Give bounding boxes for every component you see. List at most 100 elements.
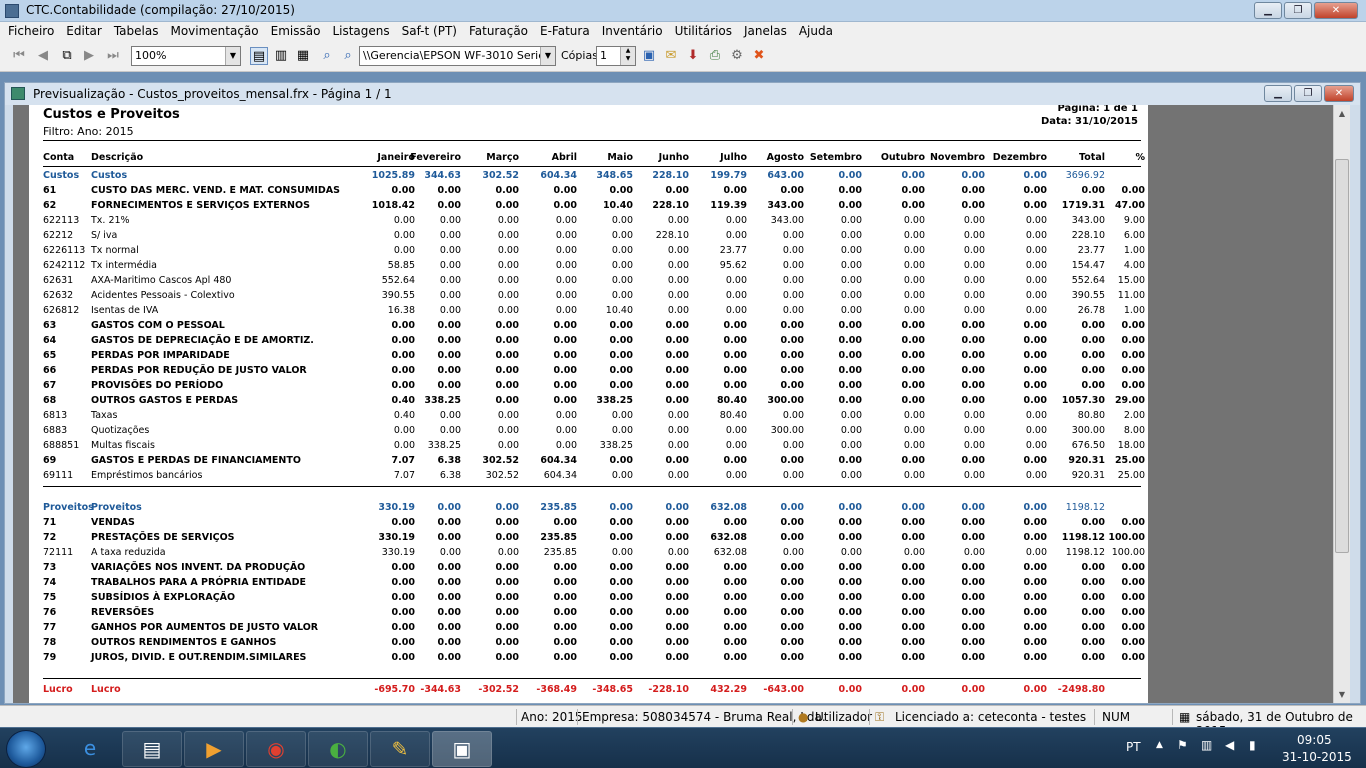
table-header: Conta Descrição Janeiro Fevereiro Março Abril… bbox=[29, 152, 1148, 167]
menu-item[interactable]: Saf-t (PT) bbox=[396, 22, 463, 42]
copy-icon[interactable]: ⧉ bbox=[58, 47, 76, 65]
cell: 0.00 bbox=[961, 455, 985, 466]
save-icon[interactable]: ▣ bbox=[640, 47, 658, 65]
cell: PERDAS POR REDUÇÃO DE JUSTO VALOR bbox=[91, 365, 307, 376]
menu-item[interactable]: Ajuda bbox=[793, 22, 839, 42]
cell: GASTOS E PERDAS DE FINANCIAMENTO bbox=[91, 455, 301, 466]
copies-spinner[interactable]: 1 ▲ ▼ bbox=[596, 46, 636, 66]
first-page-icon[interactable]: ⏮ bbox=[10, 47, 28, 65]
network-icon[interactable]: ▥ bbox=[1201, 738, 1212, 752]
tray-expand-icon[interactable]: ▲ bbox=[1156, 740, 1163, 750]
cell: 9.00 bbox=[1123, 215, 1145, 226]
menu-item[interactable]: Editar bbox=[60, 22, 108, 42]
two-pages-icon[interactable]: ▥ bbox=[272, 47, 290, 65]
scroll-up-icon[interactable]: ▲ bbox=[1334, 105, 1350, 122]
cell: 0.00 bbox=[961, 532, 985, 543]
next-page-icon[interactable]: ▶ bbox=[80, 47, 98, 65]
cell: Custos bbox=[91, 170, 128, 181]
cell: 65 bbox=[43, 350, 57, 361]
search-icon[interactable]: ⌕ bbox=[339, 47, 357, 65]
cell: 0.00 bbox=[961, 622, 985, 633]
menu-item[interactable]: Utilitários bbox=[669, 22, 738, 42]
close-button[interactable]: ✕ bbox=[1314, 2, 1358, 19]
tray-time[interactable]: 09:05 bbox=[1297, 733, 1332, 747]
cell: 0.00 bbox=[961, 502, 985, 513]
cell: 100.00 bbox=[1108, 532, 1145, 543]
cell: OUTROS GASTOS E PERDAS bbox=[91, 395, 239, 406]
cell: 62632 bbox=[43, 290, 74, 301]
cell: 0.00 bbox=[961, 350, 985, 361]
cell: 0.00 bbox=[961, 517, 985, 528]
cell: 0.00 bbox=[838, 365, 862, 376]
volume-icon[interactable]: ◀ bbox=[1225, 738, 1234, 752]
minimize-button[interactable]: ▁ bbox=[1254, 2, 1282, 19]
prev-page-icon[interactable]: ◀ bbox=[34, 47, 52, 65]
printer-select[interactable]: \\Gerencia\EPSON WF-3010 Series ▼ bbox=[359, 46, 556, 66]
menu-item[interactable]: Ficheiro bbox=[2, 22, 60, 42]
copies-label: Cópias bbox=[561, 49, 598, 62]
battery-icon[interactable]: ▮ bbox=[1249, 738, 1256, 752]
cell: 2.00 bbox=[1123, 410, 1145, 421]
email-icon[interactable]: ✉ bbox=[662, 47, 680, 65]
paint-icon[interactable]: ✎ bbox=[370, 731, 430, 767]
single-page-icon[interactable]: ▤ bbox=[250, 47, 268, 65]
close-preview-icon[interactable]: ✖ bbox=[750, 47, 768, 65]
menu-item[interactable]: Movimentação bbox=[164, 22, 264, 42]
scroll-down-icon[interactable]: ▼ bbox=[1334, 686, 1350, 703]
last-page-icon[interactable]: ⏭ bbox=[104, 47, 122, 65]
multi-pages-icon[interactable]: ▦ bbox=[294, 47, 312, 65]
cell: Setembro bbox=[809, 152, 862, 163]
media-player-icon[interactable]: ▶ bbox=[184, 731, 244, 767]
app-green-icon[interactable]: ◐ bbox=[308, 731, 368, 767]
cell: OUTROS RENDIMENTOS E GANHOS bbox=[91, 637, 277, 648]
cell: 0.00 bbox=[840, 260, 862, 271]
preview-toolbar: ⏮ ◀ ⧉ ▶ ⏭ 100% ▼ ▤ ▥ ▦ ⌕ ⌕ \\Gerencia\EPS… bbox=[0, 42, 1366, 72]
cell: AXA-Maritimo Cascos Apl 480 bbox=[91, 275, 232, 286]
menu-item[interactable]: E-Fatura bbox=[534, 22, 596, 42]
menu-item[interactable]: Inventário bbox=[596, 22, 669, 42]
ctc-app-icon[interactable]: ▣ bbox=[432, 731, 492, 767]
cell: 0.00 bbox=[840, 245, 862, 256]
cell: 47.00 bbox=[1114, 200, 1145, 211]
table-row: 71 VENDAS 0.00 0.00 0.00 0.00 0.00 0.00 0.00 0.00… bbox=[29, 517, 1148, 532]
child-maximize-button[interactable]: ❐ bbox=[1294, 85, 1322, 102]
print-icon[interactable]: ⎙ bbox=[706, 47, 724, 65]
flag-icon[interactable]: ⚑ bbox=[1177, 738, 1188, 752]
explorer-icon[interactable]: ▤ bbox=[122, 731, 182, 767]
cell: Tx. 21% bbox=[91, 215, 130, 226]
child-close-button[interactable]: ✕ bbox=[1324, 85, 1354, 102]
vertical-scrollbar[interactable]: ▲ ▼ bbox=[1333, 105, 1350, 703]
cell: 626812 bbox=[43, 305, 80, 316]
menu-item[interactable]: Tabelas bbox=[108, 22, 165, 42]
cell: 0.00 bbox=[961, 200, 985, 211]
cell: 0.00 bbox=[1121, 622, 1145, 633]
child-minimize-button[interactable]: ▁ bbox=[1264, 85, 1292, 102]
menu-item[interactable]: Faturação bbox=[463, 22, 534, 42]
taskbar: e ▤ ▶ ◉ ◐ ✎ ▣ PT ▲ ⚑ ▥ ◀ ▮ 09:05 31-10-2… bbox=[0, 727, 1366, 768]
cell: REVERSÕES bbox=[91, 607, 155, 618]
start-button[interactable] bbox=[6, 730, 46, 768]
table-row: 69 GASTOS E PERDAS DE FINANCIAMENTO 7.07 6.… bbox=[29, 455, 1148, 470]
menu-item[interactable]: Emissão bbox=[265, 22, 327, 42]
report-page-number: Página: 1 de 1 bbox=[1057, 105, 1138, 114]
chrome-icon[interactable]: ◉ bbox=[246, 731, 306, 767]
menu-item[interactable]: Listagens bbox=[326, 22, 395, 42]
cell: 0.00 bbox=[961, 637, 985, 648]
menu-item[interactable]: Janelas bbox=[738, 22, 793, 42]
cell: 0.00 bbox=[961, 170, 985, 181]
scroll-thumb[interactable] bbox=[1335, 159, 1349, 553]
divider bbox=[43, 140, 1141, 141]
tray-language[interactable]: PT bbox=[1126, 740, 1141, 754]
cell: 0.00 bbox=[838, 170, 862, 181]
tray-date[interactable]: 31-10-2015 bbox=[1282, 750, 1352, 764]
cell: 69 bbox=[43, 455, 57, 466]
maximize-button[interactable]: ❐ bbox=[1284, 2, 1312, 19]
export-icon[interactable]: ⬇ bbox=[684, 47, 702, 65]
cell: 0.00 bbox=[1121, 607, 1145, 618]
settings-icon[interactable]: ⚙ bbox=[728, 47, 746, 65]
cell: 62 bbox=[43, 200, 57, 211]
zoom-icon[interactable]: ⌕ bbox=[318, 47, 336, 65]
ie-icon[interactable]: e bbox=[60, 731, 120, 767]
cell: 0.00 bbox=[838, 200, 862, 211]
zoom-select[interactable]: 100% ▼ bbox=[131, 46, 241, 66]
